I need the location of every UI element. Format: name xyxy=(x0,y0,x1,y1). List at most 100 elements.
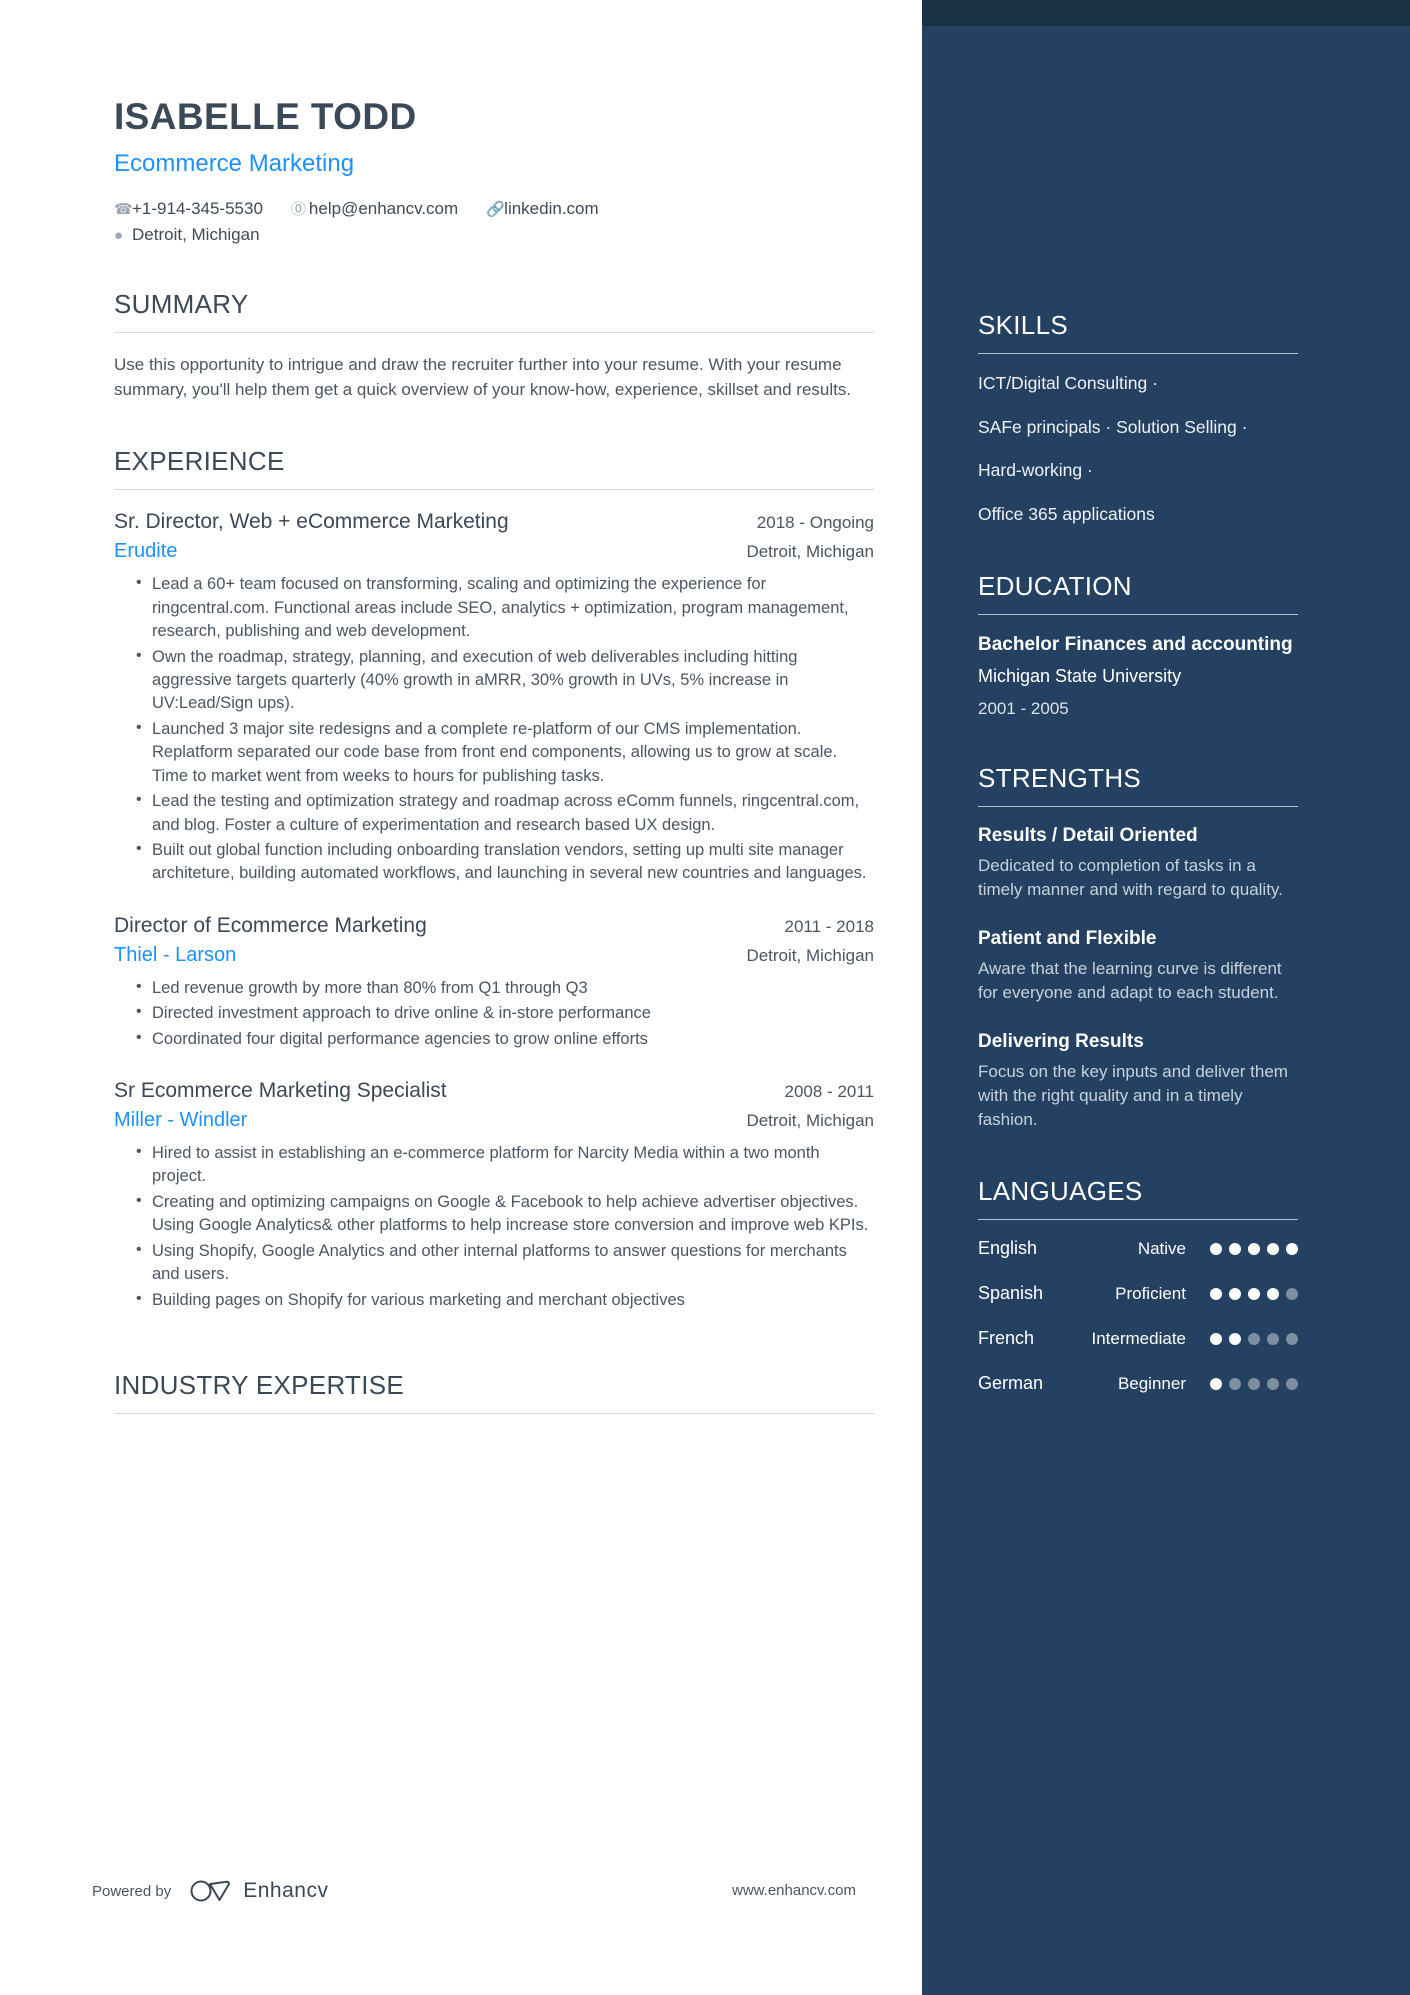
contact-linkedin-value: linkedin.com xyxy=(504,198,599,218)
rating-dot xyxy=(1248,1287,1260,1300)
job-location: Detroit, Michigan xyxy=(746,1111,874,1131)
rating-dot xyxy=(1286,1332,1298,1345)
contact-phone[interactable]: ☎ +1-914-345-5530 xyxy=(114,199,263,219)
rating-dot xyxy=(1210,1287,1222,1300)
job-role-subtitle: Ecommerce Marketing xyxy=(114,150,355,177)
rating-dot xyxy=(1267,1377,1279,1390)
job-bullet-list: Led revenue growth by more than 80% from… xyxy=(114,976,874,1051)
sidebar-top-strip xyxy=(922,0,1410,26)
summary-heading: SUMMARY xyxy=(114,289,249,319)
job-bullet: Hired to assist in establishing an e-com… xyxy=(136,1141,874,1189)
language-row: Spanish Proficient xyxy=(978,1283,1298,1304)
skill-item: SAFe principals · Solution Selling · xyxy=(978,416,1248,437)
language-rating-dots xyxy=(1210,1332,1298,1345)
language-rating-dots xyxy=(1210,1287,1298,1300)
link-icon: 🔗 xyxy=(486,200,505,218)
strength-description: Dedicated to completion of tasks in a ti… xyxy=(978,855,1283,899)
job-bullet: Creating and optimizing campaigns on Goo… xyxy=(136,1190,874,1238)
rating-dot xyxy=(1229,1377,1241,1390)
job-dates: 2008 - 2011 xyxy=(784,1082,874,1102)
education-dates: 2001 - 2005 xyxy=(978,698,1069,718)
education-heading: EDUCATION xyxy=(978,570,1132,601)
strength-item: Delivering Results Focus on the key inpu… xyxy=(978,1031,1298,1132)
footer-url: www.enhancv.com xyxy=(732,1882,856,1899)
job-bullet: Led revenue growth by more than 80% from… xyxy=(136,976,874,1000)
rating-dot xyxy=(1286,1377,1298,1390)
skill-item: Hard-working · xyxy=(978,460,1093,481)
strength-item: Results / Detail Oriented Dedicated to c… xyxy=(978,825,1298,902)
powered-by-label: Powered by xyxy=(92,1882,172,1900)
job-title: Director of Ecommerce Marketing xyxy=(114,913,427,937)
language-name: French xyxy=(978,1328,1035,1349)
contact-email[interactable]: ⓪ help@enhancv.com xyxy=(291,198,458,219)
job-company[interactable]: Miller - Windler xyxy=(114,1109,247,1132)
language-row: English Native xyxy=(978,1238,1298,1259)
brand-name: Enhancv xyxy=(243,1879,329,1902)
job-company[interactable]: Erudite xyxy=(114,540,177,563)
rating-dot xyxy=(1248,1377,1260,1390)
skills-divider xyxy=(978,353,1298,354)
rating-dot xyxy=(1229,1242,1241,1255)
job-bullet-list: Hired to assist in establishing an e-com… xyxy=(114,1141,874,1312)
contact-line-secondary: ● Detroit, Michigan xyxy=(114,225,874,245)
job-title: Sr. Director, Web + eCommerce Marketing xyxy=(114,510,509,534)
language-name: Spanish xyxy=(978,1283,1044,1304)
summary-divider xyxy=(114,332,874,333)
job-location: Detroit, Michigan xyxy=(746,945,874,965)
job-bullet: Coordinated four digital performance age… xyxy=(136,1027,874,1051)
contact-linkedin[interactable]: 🔗 linkedin.com xyxy=(486,199,599,219)
language-row: French Intermediate xyxy=(978,1328,1298,1349)
job-bullet: Built out global function including onbo… xyxy=(136,838,874,886)
language-name: German xyxy=(978,1373,1044,1394)
job-company[interactable]: Thiel - Larson xyxy=(114,944,236,967)
rating-dot xyxy=(1229,1287,1241,1300)
experience-entry: Sr. Director, Web + eCommerce Marketing … xyxy=(114,510,874,885)
job-bullet: Building pages on Shopify for various ma… xyxy=(136,1288,874,1312)
main-column: ISABELLE TODD Ecommerce Marketing ☎ +1-9… xyxy=(114,0,874,1414)
languages-heading: LANGUAGES xyxy=(978,1176,1143,1207)
industry-expertise-heading: INDUSTRY EXPERTISE xyxy=(114,1369,405,1400)
job-location: Detroit, Michigan xyxy=(746,542,874,562)
rating-dot xyxy=(1286,1242,1298,1255)
job-bullet: Own the roadmap, strategy, planning, and… xyxy=(136,645,874,716)
education-divider xyxy=(978,613,1298,615)
skills-heading: SKILLS xyxy=(978,310,1068,340)
job-bullet: Lead a 60+ team focused on transforming,… xyxy=(136,572,874,643)
language-level: Native xyxy=(1137,1238,1186,1258)
rating-dot xyxy=(1248,1242,1260,1255)
contact-email-value: help@enhancv.com xyxy=(308,198,459,218)
at-sign-icon: ⓪ xyxy=(290,201,306,218)
job-bullet: Using Shopify, Google Analytics and othe… xyxy=(136,1239,874,1287)
language-level: Beginner xyxy=(1117,1373,1186,1393)
experience-section: EXPERIENCE Sr. Director, Web + eCommerce… xyxy=(114,446,874,1312)
enhancv-logo-icon xyxy=(190,1880,231,1902)
sidebar-content: SKILLS ICT/Digital Consulting · SAFe pri… xyxy=(978,310,1298,1438)
job-bullet: Lead the testing and optimization strate… xyxy=(136,789,874,837)
education-school: Michigan State University xyxy=(978,666,1182,687)
strength-description: Focus on the key inputs and deliver them… xyxy=(978,1062,1288,1130)
contact-block: ☎ +1-914-345-5530 ⓪ help@enhancv.com 🔗 l… xyxy=(114,198,874,245)
job-bullet-list: Lead a 60+ team focused on transforming,… xyxy=(114,572,874,886)
job-title: Sr Ecommerce Marketing Specialist xyxy=(114,1079,447,1103)
industry-expertise-divider xyxy=(114,1412,874,1414)
contact-line-primary: ☎ +1-914-345-5530 ⓪ help@enhancv.com 🔗 l… xyxy=(114,198,874,219)
rating-dot xyxy=(1267,1287,1279,1300)
page-title: ISABELLE TODD xyxy=(114,96,417,137)
experience-divider xyxy=(114,489,874,491)
experience-heading: EXPERIENCE xyxy=(114,446,285,477)
language-level: Intermediate xyxy=(1091,1328,1187,1348)
rating-dot xyxy=(1210,1332,1222,1345)
map-pin-icon: ● xyxy=(114,226,124,244)
job-dates: 2018 - Ongoing xyxy=(756,513,874,533)
rating-dot xyxy=(1229,1332,1241,1345)
language-rating-dots xyxy=(1210,1242,1298,1255)
phone-icon: ☎ xyxy=(114,200,133,218)
language-rating-dots xyxy=(1210,1377,1298,1390)
summary-section: SUMMARY Use this opportunity to intrigue… xyxy=(114,289,874,402)
rating-dot xyxy=(1267,1242,1279,1255)
rating-dot xyxy=(1267,1332,1279,1345)
resume-page: SKILLS ICT/Digital Consulting · SAFe pri… xyxy=(0,0,1410,1995)
contact-location-value: Detroit, Michigan xyxy=(132,225,260,244)
language-name: English xyxy=(978,1238,1038,1259)
footer-branding: Powered by Enhancv xyxy=(92,1878,328,1904)
